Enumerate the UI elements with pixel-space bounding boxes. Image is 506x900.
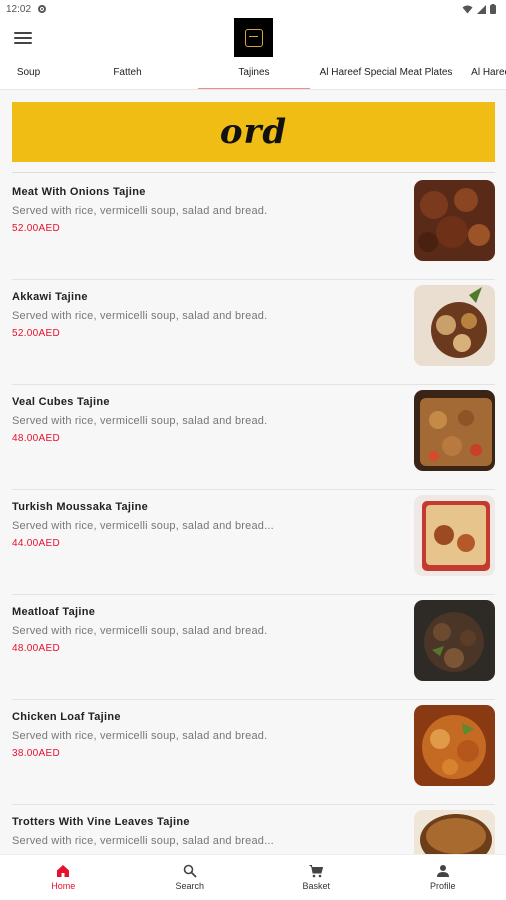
item-price: 52.00AED	[12, 223, 60, 234]
nav-basket[interactable]: Basket	[253, 855, 380, 900]
tab-fatteh[interactable]: Fatteh	[57, 62, 198, 90]
bottom-navigation: Home Search Basket Profile	[0, 854, 506, 900]
item-price: 44.00AED	[12, 538, 60, 549]
item-photo[interactable]	[414, 600, 495, 681]
category-banner: ord	[12, 102, 495, 162]
item-name: Akkawi Tajine	[12, 291, 88, 303]
nav-home[interactable]: Home	[0, 855, 127, 900]
logo-emblem	[244, 28, 263, 47]
item-name: Veal Cubes Tajine	[12, 396, 110, 408]
item-description: Served with rice, vermicelli soup, salad…	[12, 730, 268, 742]
item-name: Meat With Onions Tajine	[12, 186, 146, 198]
item-divider	[12, 699, 495, 700]
restaurant-logo	[234, 18, 273, 57]
nav-home-label: Home	[51, 881, 76, 891]
item-name: Chicken Loaf Tajine	[12, 711, 121, 723]
battery-icon	[490, 4, 496, 14]
item-description: Served with rice, vermicelli soup, salad…	[12, 520, 274, 532]
item-divider	[12, 279, 495, 280]
item-description: Served with rice, vermicelli soup, salad…	[12, 310, 268, 322]
item-photo[interactable]	[414, 810, 495, 854]
menu-item[interactable]: Meat With Onions Tajine Served with rice…	[0, 180, 506, 291]
item-photo[interactable]	[414, 180, 495, 261]
item-price: 38.00AED	[12, 748, 60, 759]
item-name: Meatloaf Tajine	[12, 606, 96, 618]
menu-item[interactable]: Chicken Loaf Tajine Served with rice, ve…	[0, 705, 506, 816]
menu-item[interactable]: Akkawi Tajine Served with rice, vermicel…	[0, 285, 506, 396]
status-bar: 12:02	[0, 0, 506, 18]
hamburger-menu-icon[interactable]	[14, 30, 32, 46]
menu-item[interactable]: Meatloaf Tajine Served with rice, vermic…	[0, 600, 506, 711]
banner-text: ord	[219, 112, 288, 152]
tab-al-hareef[interactable]: Al Hareef	[462, 62, 506, 90]
nav-search[interactable]: Search	[127, 855, 254, 900]
category-tabs: Soup Fatteh Tajines Al Hareef Special Me…	[0, 62, 506, 90]
signal-icon	[477, 4, 486, 14]
item-name: Trotters With Vine Leaves Tajine	[12, 816, 190, 828]
tab-soup[interactable]: Soup	[0, 62, 57, 90]
app-header	[0, 18, 506, 62]
item-price: 48.00AED	[12, 643, 60, 654]
status-time: 12:02	[6, 3, 32, 15]
item-divider	[12, 384, 495, 385]
menu-item[interactable]: Veal Cubes Tajine Served with rice, verm…	[0, 390, 506, 501]
nav-profile[interactable]: Profile	[380, 855, 506, 900]
nav-profile-label: Profile	[429, 881, 456, 891]
banner-divider	[12, 172, 495, 173]
item-photo[interactable]	[414, 495, 495, 576]
item-name: Turkish Moussaka Tajine	[12, 501, 149, 513]
wifi-icon	[462, 5, 473, 13]
menu-content[interactable]: ord Meat With Onions Tajine Served with …	[0, 90, 506, 854]
item-description: Served with rice, vermicelli soup, salad…	[12, 415, 268, 427]
home-icon	[57, 865, 70, 877]
gear-icon	[38, 5, 47, 13]
item-divider	[12, 489, 495, 490]
status-left: 12:02	[6, 4, 47, 15]
tab-al-hareef-special-meat-plates[interactable]: Al Hareef Special Meat Plates	[310, 62, 462, 90]
status-right	[462, 4, 496, 14]
menu-item[interactable]: Turkish Moussaka Tajine Served with rice…	[0, 495, 506, 606]
item-price: 48.00AED	[12, 433, 60, 444]
item-price: 52.00AED	[12, 328, 60, 339]
item-description: Served with rice, vermicelli soup, salad…	[12, 835, 274, 847]
search-icon	[183, 864, 197, 878]
profile-icon	[436, 865, 449, 877]
item-divider	[12, 804, 495, 805]
item-divider	[12, 594, 495, 595]
nav-search-label: Search	[175, 881, 205, 891]
item-description: Served with rice, vermicelli soup, salad…	[12, 205, 268, 217]
nav-basket-label: Basket	[302, 881, 330, 891]
item-photo[interactable]	[414, 390, 495, 471]
tab-tajines[interactable]: Tajines	[198, 62, 310, 90]
item-description: Served with rice, vermicelli soup, salad…	[12, 625, 268, 637]
menu-item[interactable]: Trotters With Vine Leaves Tajine Served …	[0, 810, 506, 854]
item-photo[interactable]	[414, 285, 495, 366]
basket-icon	[309, 865, 324, 878]
item-photo[interactable]	[414, 705, 495, 786]
